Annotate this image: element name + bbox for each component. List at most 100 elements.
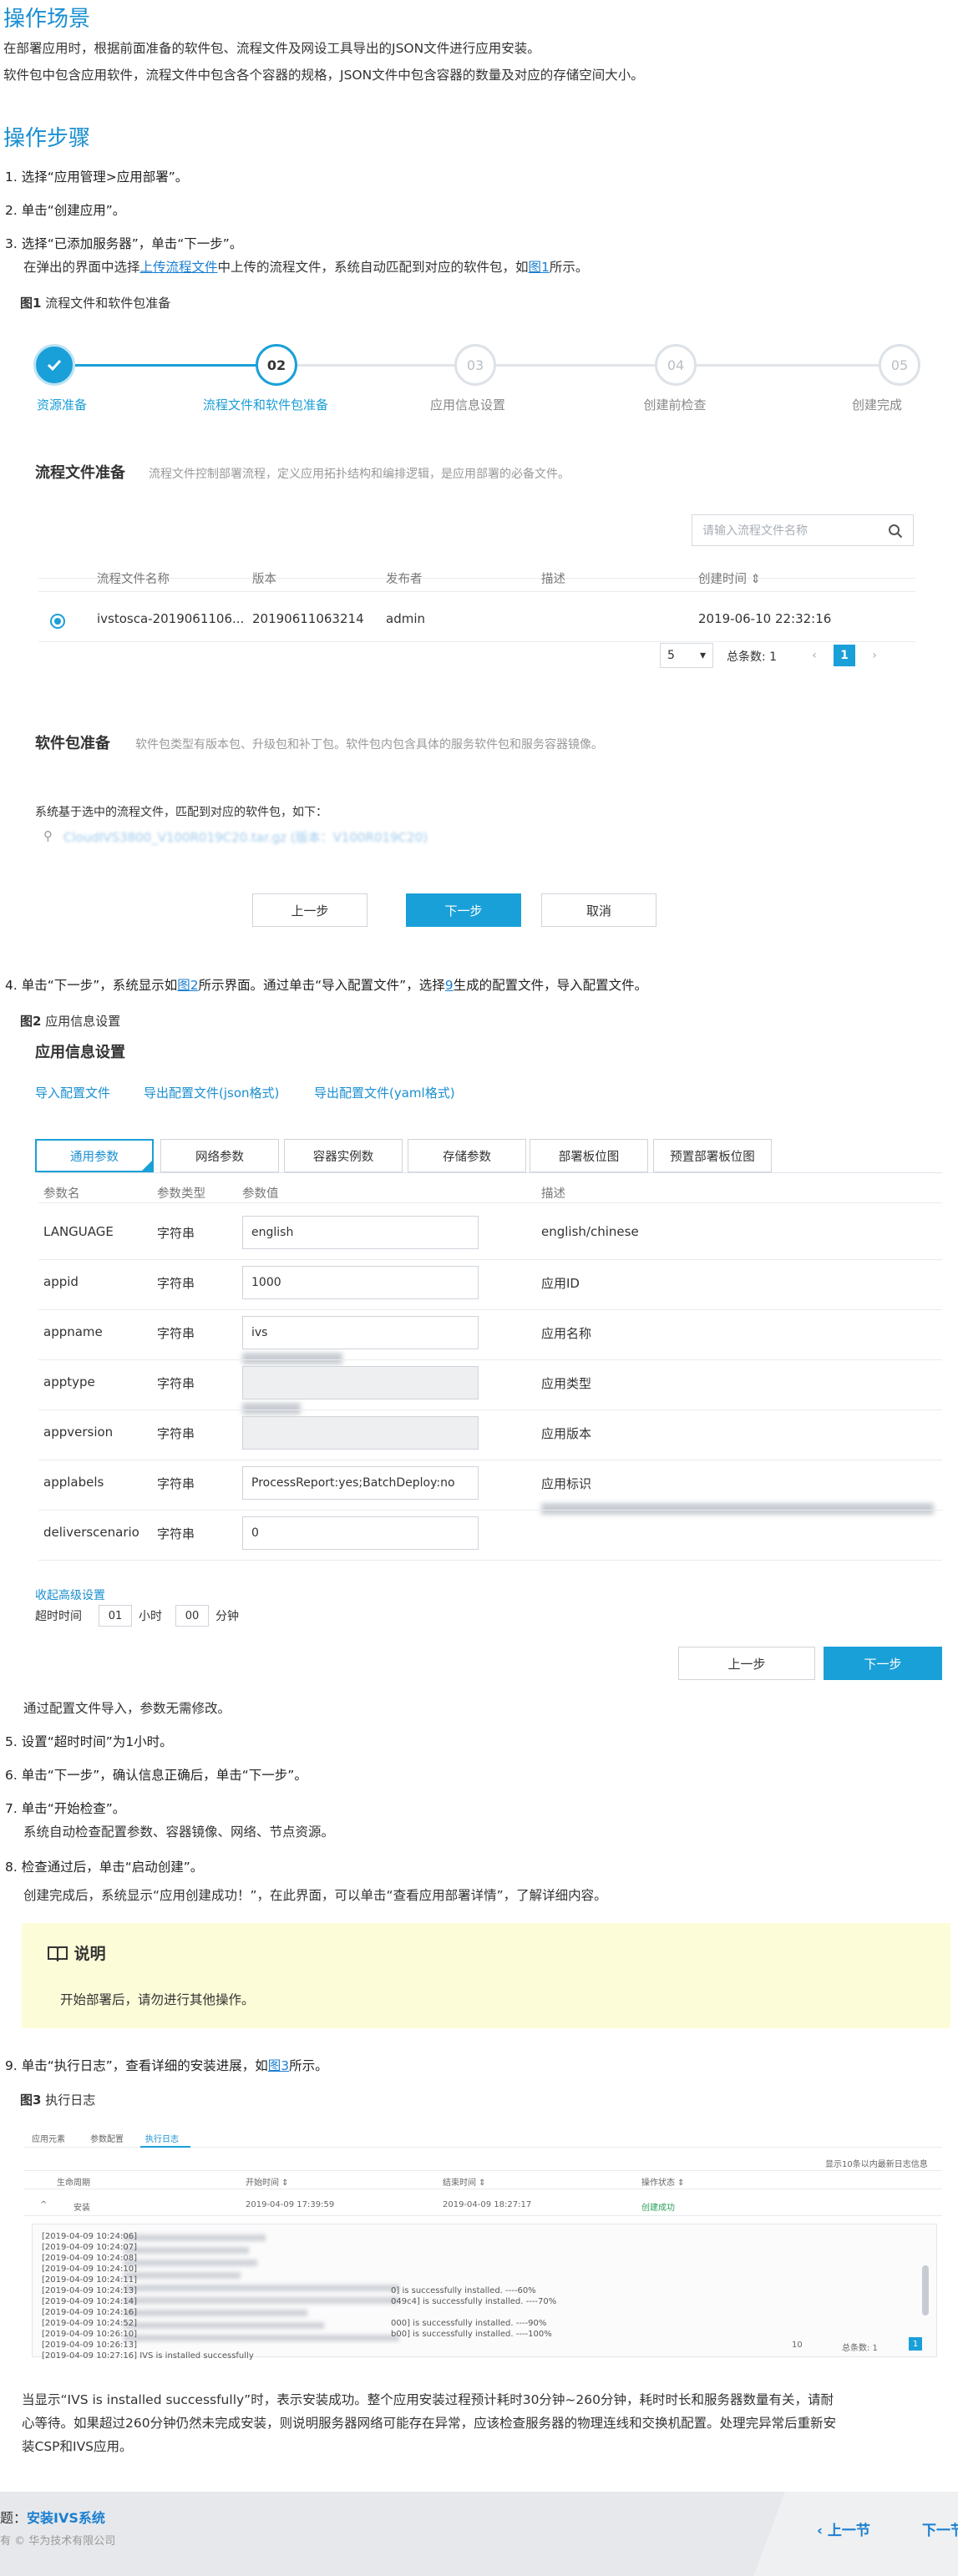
figure-2-link[interactable]: 图2: [177, 978, 198, 993]
footer-prefix: 题：: [0, 2510, 28, 2526]
cancel-button[interactable]: 取消: [541, 893, 656, 927]
figure-1: 02 03 04 05 资源准备 流程文件和软件包准备 应用信息设置 创建前检查…: [17, 326, 935, 944]
col-flow-name: 流程文件名称: [97, 573, 170, 586]
fig3-tab-params[interactable]: 参数配置: [90, 2132, 124, 2144]
log-line: [2019-04-09 10:24:13]: [42, 2286, 138, 2295]
scene-title: 操作场景: [3, 7, 91, 32]
step-5: 5. 设置“超时时间”为1小时。: [5, 1734, 173, 1749]
collapse-advanced-link[interactable]: 收起高级设置: [35, 1587, 105, 1603]
fig3-col-end[interactable]: 结束时间 ⇕: [443, 2175, 486, 2188]
import-config-link[interactable]: 导入配置文件: [35, 1084, 110, 1101]
search-icon[interactable]: [888, 524, 903, 539]
tab-general-params[interactable]: 通用参数: [35, 1139, 154, 1172]
fig3-col-start[interactable]: 开始时间 ⇕: [246, 2175, 289, 2188]
fig3-row-phase: 安装: [73, 2204, 90, 2213]
figure-1-caption: 图1 流程文件和软件包准备: [20, 296, 171, 311]
flow-row-radio[interactable]: [50, 614, 65, 629]
tab-container-instances[interactable]: 容器实例数: [284, 1139, 403, 1172]
fig3-col-status[interactable]: 操作状态 ⇕: [641, 2175, 685, 2188]
tab-storage-params[interactable]: 存储参数: [408, 1139, 526, 1172]
search-placeholder: 请输入流程文件名称: [702, 524, 808, 538]
log-line: [2019-04-09 10:24:08]: [42, 2254, 138, 2263]
tab-board-map[interactable]: 部署板位图: [530, 1139, 648, 1172]
flow-row-name: ivstosca-2019061106...: [97, 611, 245, 626]
log-line-tail: 0] is successfully installed. ----60%: [391, 2286, 536, 2295]
flow-row-publisher: admin: [386, 611, 425, 626]
stepper-step-5: 05: [879, 344, 920, 386]
step-7: 7. 单击“开始检查”。: [5, 1801, 126, 1816]
tab-preset-board-map[interactable]: 预置部署板位图: [653, 1139, 772, 1172]
log-line: [2019-04-09 10:24:16]: [42, 2308, 138, 2317]
log-line-tail: 049c4] is successfully installed. ----70…: [391, 2297, 557, 2306]
fig3-tab-elements[interactable]: 应用元素: [32, 2132, 65, 2144]
result-line-3: 装CSP和IVS应用。: [22, 2439, 133, 2454]
export-yaml-link[interactable]: 导出配置文件(yaml格式): [314, 1084, 455, 1101]
step-8: 8. 检查通过后，单击“启动创建”。: [5, 1860, 204, 1875]
step-2: 2. 单击“创建应用”。: [5, 203, 126, 218]
param-name: LANGUAGE: [43, 1224, 114, 1239]
flow-file-title: 流程文件准备: [35, 464, 125, 482]
pager-prev-icon[interactable]: ‹: [802, 643, 827, 668]
step-7-detail: 系统自动检查配置参数、容器镜像、网络、节点资源。: [23, 1824, 335, 1840]
step-9-link[interactable]: 9: [445, 978, 454, 993]
minutes-unit: 分钟: [215, 1610, 239, 1623]
next-section-link[interactable]: 下一节: [922, 2518, 958, 2539]
tab-network-params[interactable]: 网络参数: [160, 1139, 279, 1172]
fig3-row-end: 2019-04-09 18:27:17: [443, 2200, 532, 2209]
prev-step-button[interactable]: 上一步: [252, 893, 367, 927]
figure-2: 应用信息设置 导入配置文件 导出配置文件(json格式) 导出配置文件(yaml…: [17, 1037, 952, 1688]
param-value-input[interactable]: ivs: [242, 1316, 479, 1349]
timeout-minutes-input[interactable]: 00: [175, 1605, 209, 1627]
step-8-detail: 创建完成后，系统显示“应用创建成功！”，在此界面，可以单击“查看应用部署详情”，…: [23, 1888, 607, 1903]
footer-topic-link[interactable]: 安装IVS系统: [27, 2507, 105, 2527]
timeout-label: 超时时间: [35, 1610, 82, 1623]
param-name: deliverscenario: [43, 1525, 139, 1540]
chevron-up-icon[interactable]: ^: [40, 2200, 47, 2209]
param-value-input[interactable]: 1000: [242, 1266, 479, 1299]
log-line: [2019-04-09 10:24:14]: [42, 2297, 138, 2306]
param-desc: 应用版本: [541, 1426, 592, 1441]
package-title: 软件包准备: [35, 735, 110, 752]
fig2-prev-button[interactable]: 上一步: [678, 1647, 815, 1680]
fig3-tab-log[interactable]: 执行日志: [145, 2132, 179, 2144]
figure-3: 应用元素 参数配置 执行日志 显示10条以内最新日志信息 生命周期 开始时间 ⇕…: [23, 2132, 950, 2361]
stepper-line-1: [75, 364, 256, 367]
flow-file-search-input[interactable]: 请输入流程文件名称: [692, 514, 914, 546]
timeout-hours-input[interactable]: 01: [99, 1605, 132, 1627]
package-file-link[interactable]: CloudIVS3800_V100R019C20.tar.gz (版本：V100…: [63, 828, 428, 846]
pager-current-page[interactable]: 1: [834, 645, 855, 666]
export-json-link[interactable]: 导出配置文件(json格式): [144, 1084, 279, 1101]
check-icon: [47, 359, 62, 372]
log-line: [2019-04-09 10:24:06]: [42, 2232, 138, 2241]
col-created-time[interactable]: 创建时间 ⇕: [698, 569, 761, 587]
param-value-input[interactable]: english: [242, 1216, 479, 1249]
figure-3-link[interactable]: 图3: [268, 2058, 289, 2073]
figure-1-link[interactable]: 图1: [529, 260, 550, 275]
fig3-current-page[interactable]: 1: [909, 2337, 922, 2351]
log-line: [2019-04-09 10:24:10]: [42, 2265, 138, 2274]
fig3-recent-logs: 显示10条以内最新日志信息: [825, 2160, 928, 2169]
package-desc: 软件包类型有版本包、升级包和补丁包。软件包内包含具体的服务软件包和服务容器镜像。: [135, 738, 603, 752]
log-scrollbar[interactable]: [922, 2265, 929, 2315]
next-step-button[interactable]: 下一步: [406, 893, 521, 927]
fig3-page-size[interactable]: 10: [792, 2341, 803, 2350]
log-line: [2019-04-09 10:24:07]: [42, 2243, 138, 2252]
param-value-input[interactable]: ProcessReport:yes;BatchDeploy:no: [242, 1466, 479, 1500]
log-line: [2019-04-09 10:26:13]: [42, 2341, 138, 2350]
fig2-next-button[interactable]: 下一步: [824, 1647, 942, 1680]
scene-line-2: 软件包中包含应用软件，流程文件中包含各个容器的规格，JSON文件中包含容器的数量…: [3, 68, 644, 83]
pager-next-icon[interactable]: ›: [862, 643, 887, 668]
note-body: 开始部署后，请勿进行其他操作。: [60, 1992, 255, 2007]
upload-flow-file-link[interactable]: 上传流程文件: [140, 260, 218, 275]
param-desc: 应用类型: [541, 1376, 592, 1391]
prev-section-link[interactable]: ‹ 上一节: [817, 2518, 870, 2539]
param-value-input: [242, 1416, 479, 1450]
param-value-input[interactable]: 0: [242, 1516, 479, 1550]
param-type: 字符串: [157, 1426, 195, 1441]
step-6: 6. 单击“下一步”，确认信息正确后，单击“下一步”。: [5, 1768, 307, 1783]
fig3-row-start: 2019-04-09 17:39:59: [246, 2200, 335, 2209]
page-size-select[interactable]: 5 ▾: [660, 643, 713, 668]
col-param-type: 参数类型: [157, 1187, 205, 1201]
param-desc: 应用ID: [541, 1276, 580, 1291]
stepper-label-2: 流程文件和软件包准备: [202, 397, 329, 412]
